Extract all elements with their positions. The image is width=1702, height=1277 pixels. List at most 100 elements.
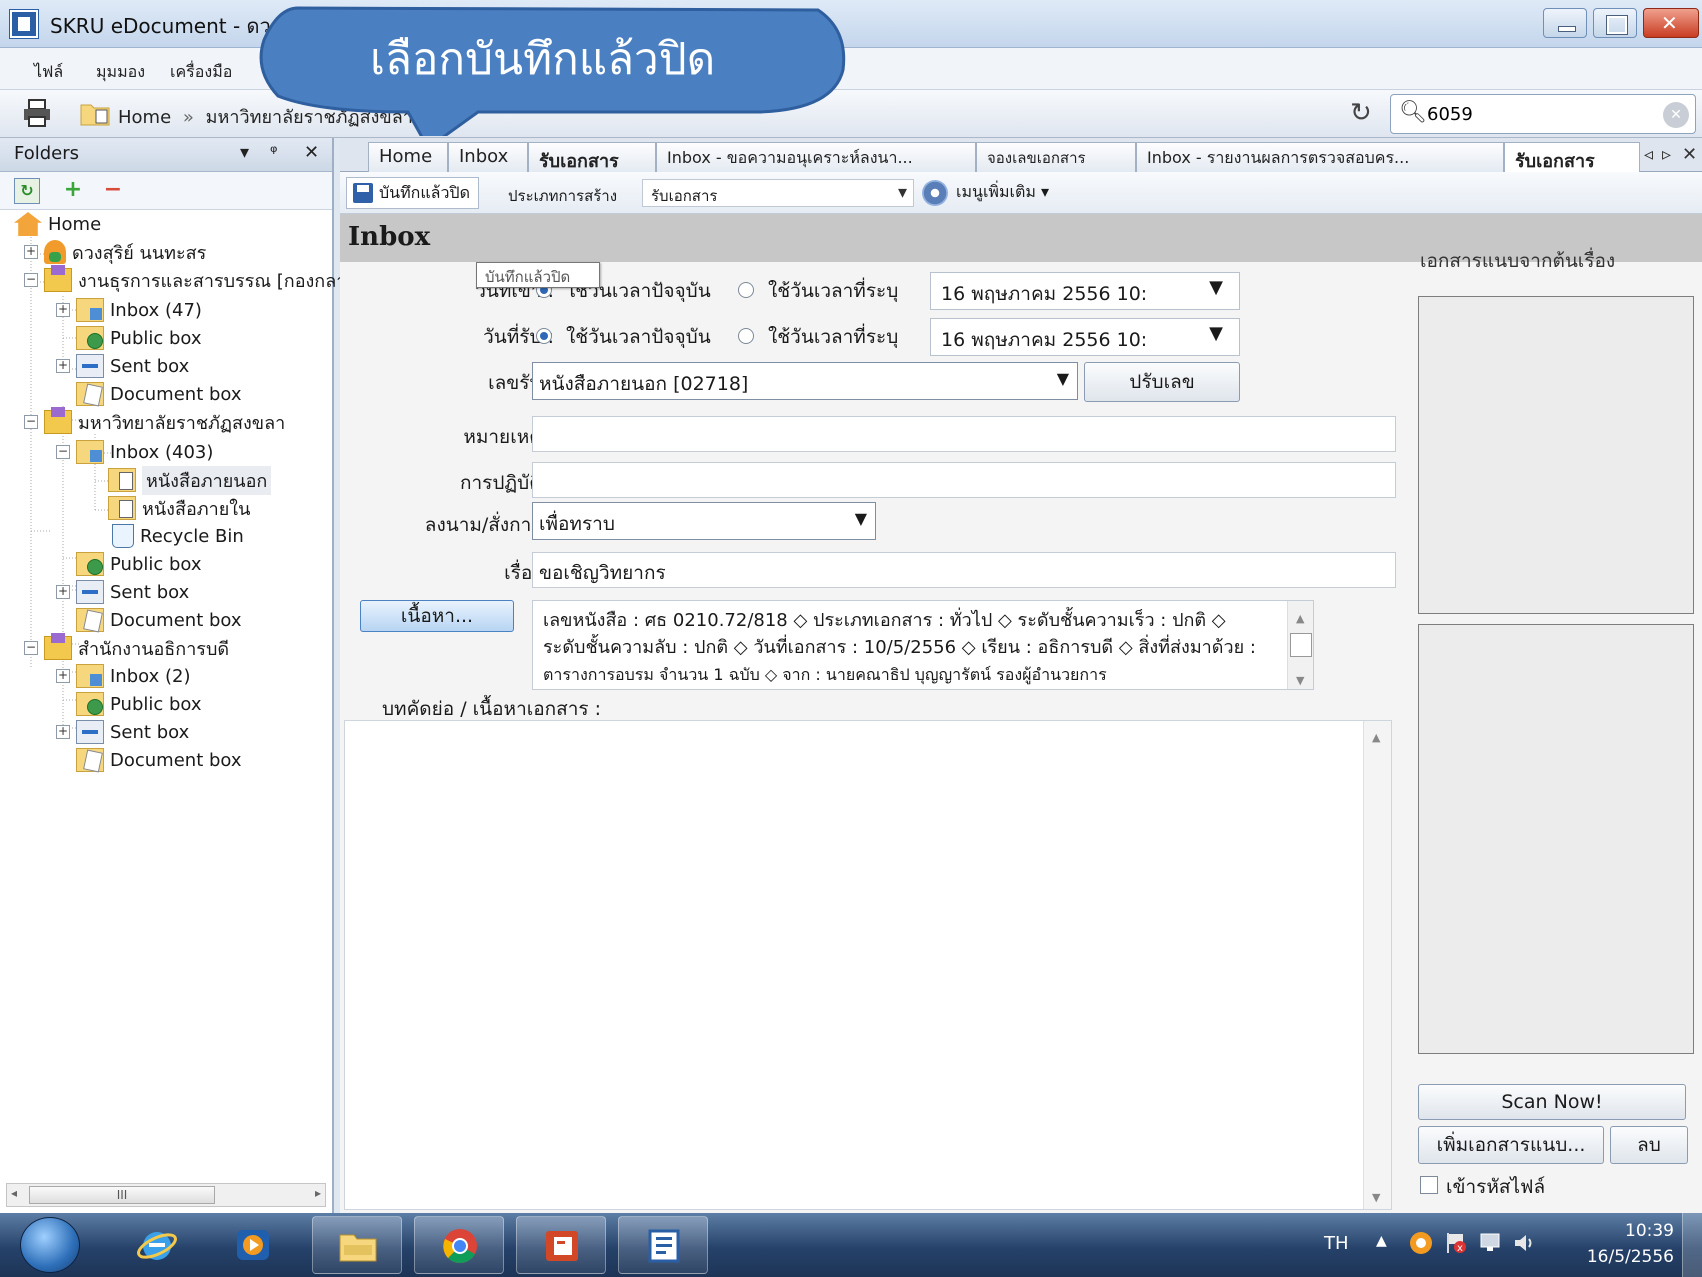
clock-date[interactable]: 16/5/2556 [1580, 1247, 1674, 1267]
content-button[interactable]: เนื้อหา... [360, 600, 514, 632]
scroll-down-icon[interactable]: ▼ [1372, 1191, 1380, 1204]
scrollbar-thumb[interactable]: III [29, 1186, 215, 1204]
scroll-right-icon[interactable]: ▸ [315, 1186, 321, 1200]
taskbar-chrome[interactable] [414, 1216, 504, 1274]
tab-receive-document-active[interactable]: รับเอกสาร [1504, 142, 1640, 173]
tree-item-group-3[interactable]: − สำนักงานอธิการบดี [24, 633, 229, 662]
tab-next-icon[interactable]: ▹ [1662, 144, 1671, 165]
scroll-down-icon[interactable]: ▼ [1296, 667, 1304, 689]
scrollbar-thumb[interactable] [1290, 633, 1312, 657]
expand-icon[interactable]: + [56, 359, 70, 373]
chevron-down-icon[interactable]: ▼ [1209, 323, 1223, 344]
tree-item-inbox[interactable]: + Inbox (47) [56, 296, 202, 324]
date-in-picker[interactable]: 16 พฤษภาคม 2556 10: ▼ [930, 272, 1240, 310]
metadata-textarea[interactable]: เลขหนังสือ : ศธ 0210.72/818 ◇ ประเภทเอกส… [532, 600, 1314, 690]
scroll-up-icon[interactable]: ▲ [1372, 731, 1380, 744]
abstract-editor[interactable]: ▲ ▼ [344, 720, 1392, 1210]
tree-item-user[interactable]: + ดวงสุริย์ นนทะสร [24, 238, 206, 266]
expand-icon[interactable]: + [56, 585, 70, 599]
sign-order-select[interactable]: เพื่อทราบ ▼ [532, 502, 876, 540]
tree-item-inbox[interactable]: + Inbox (2) [56, 662, 190, 690]
show-desktop-button[interactable] [1682, 1213, 1702, 1277]
menu-file[interactable]: ไฟล์ [34, 60, 63, 85]
volume-icon[interactable] [1512, 1231, 1538, 1255]
taskbar-explorer[interactable] [312, 1216, 402, 1274]
tree-item-public-box[interactable]: Public box [76, 550, 202, 578]
taskbar-powerpoint[interactable] [516, 1216, 606, 1274]
tab-receive-document[interactable]: รับเอกสาร [528, 142, 656, 172]
maximize-button[interactable] [1593, 8, 1637, 38]
language-indicator[interactable]: TH [1324, 1233, 1349, 1254]
tree-item-public-box[interactable]: Public box [76, 690, 202, 718]
taskbar-ie[interactable] [112, 1216, 202, 1274]
tree-item-inbox[interactable]: − Inbox (403) [56, 438, 213, 466]
tree-item-group-2[interactable]: − มหาวิทยาลัยราชภัฏสงขลา [24, 407, 285, 436]
metadata-scrollbar[interactable]: ▲ ▼ [1287, 601, 1313, 689]
action-center-flag-icon[interactable]: x [1442, 1231, 1468, 1255]
create-type-select[interactable]: รับเอกสาร [642, 179, 914, 207]
tree-item-sent-box[interactable]: + Sent box [56, 352, 189, 380]
clock-time[interactable]: 10:39 [1600, 1221, 1674, 1241]
scroll-left-icon[interactable]: ◂ [11, 1186, 17, 1200]
start-button[interactable] [20, 1217, 80, 1273]
tree-item-recycle-bin[interactable]: Recycle Bin [112, 522, 244, 550]
date-in-specified-radio[interactable] [738, 282, 754, 298]
menu-view[interactable]: มุมมอง [96, 60, 145, 85]
expand-icon[interactable]: + [56, 669, 70, 683]
subject-field[interactable]: ขอเชิญวิทยากร [532, 552, 1396, 588]
date-received-picker[interactable]: 16 พฤษภาคม 2556 10: ▼ [930, 318, 1240, 356]
tree-item-sent-box[interactable]: + Sent box [56, 578, 189, 606]
collapse-icon[interactable]: − [24, 273, 38, 287]
expand-icon[interactable]: + [56, 725, 70, 739]
tree-item-document-box[interactable]: Document box [76, 606, 242, 634]
tray-app-icon[interactable] [1408, 1231, 1434, 1255]
receive-number-select[interactable]: หนังสือภายนอก [02718] ▼ [532, 362, 1078, 400]
action-field[interactable] [532, 462, 1396, 498]
chevron-down-icon[interactable]: ▼ [1209, 277, 1223, 298]
tree-item-external-letters[interactable]: หนังสือภายนอก [108, 465, 272, 495]
tab-close-icon[interactable]: ✕ [1682, 144, 1697, 165]
network-icon[interactable] [1478, 1231, 1504, 1255]
tab-home[interactable]: Home [368, 142, 448, 172]
collapse-icon[interactable]: − [56, 445, 70, 459]
tree-item-internal-letters[interactable]: หนังสือภายใน [108, 494, 250, 522]
abstract-scrollbar[interactable]: ▲ ▼ [1363, 721, 1391, 1209]
tab-inbox-report[interactable]: Inbox - รายงานผลการตรวจสอบคร... [1136, 142, 1504, 172]
tab-inbox-request-sign[interactable]: Inbox - ขอความอนุเคราะห์ลงนา... [656, 142, 976, 172]
save-and-close-button[interactable]: บันทึกแล้วปิด [346, 177, 479, 209]
attachment-list-box[interactable] [1418, 624, 1694, 1054]
taskbar-media[interactable] [208, 1216, 298, 1274]
expand-icon[interactable]: + [56, 303, 70, 317]
adjust-number-button[interactable]: ปรับเลข [1084, 362, 1240, 402]
scan-now-button[interactable]: Scan Now! [1418, 1084, 1686, 1120]
add-attachment-button[interactable]: เพิ่มเอกสารแนบ... [1418, 1126, 1604, 1164]
date-received-now-radio[interactable] [536, 328, 552, 344]
minimize-button[interactable] [1543, 8, 1587, 38]
search-input[interactable] [1427, 101, 1637, 127]
tree-item-sent-box[interactable]: + Sent box [56, 718, 189, 746]
breadcrumb-home[interactable]: Home [118, 107, 171, 128]
expand-icon[interactable]: + [24, 245, 38, 259]
note-field[interactable] [532, 416, 1396, 452]
tree-item-home[interactable]: Home [14, 210, 101, 238]
taskbar-edocument[interactable] [618, 1216, 708, 1274]
menu-tools[interactable]: เครื่องมือ [170, 60, 232, 85]
tab-prev-icon[interactable]: ◃ [1644, 144, 1653, 165]
tab-inbox[interactable]: Inbox [448, 142, 528, 172]
scroll-up-icon[interactable]: ▲ [1296, 605, 1304, 632]
close-window-button[interactable] [1643, 8, 1699, 38]
tab-reserve-number[interactable]: จองเลขเอกสาร [976, 142, 1136, 172]
tree-item-public-box[interactable]: Public box [76, 324, 202, 352]
tree-item-group-1[interactable]: − งานธุรการและสารบรรณ [กองกลาง] [24, 265, 362, 294]
show-hidden-icons[interactable]: ▲ [1376, 1233, 1387, 1249]
more-menu-button[interactable]: เมนูเพิ่มเติม ▾ [922, 180, 1049, 206]
clear-search-icon[interactable]: ✕ [1663, 102, 1689, 128]
collapse-icon[interactable]: − [24, 641, 38, 655]
delete-attachment-button[interactable]: ลบ [1610, 1126, 1688, 1164]
attachment-preview-box[interactable] [1418, 296, 1694, 614]
refresh-icon[interactable]: ↻ [1350, 98, 1372, 128]
tree-item-document-box[interactable]: Document box [76, 746, 242, 774]
encrypt-file-checkbox[interactable] [1420, 1176, 1438, 1194]
collapse-icon[interactable]: − [24, 415, 38, 429]
date-received-specified-radio[interactable] [738, 328, 754, 344]
